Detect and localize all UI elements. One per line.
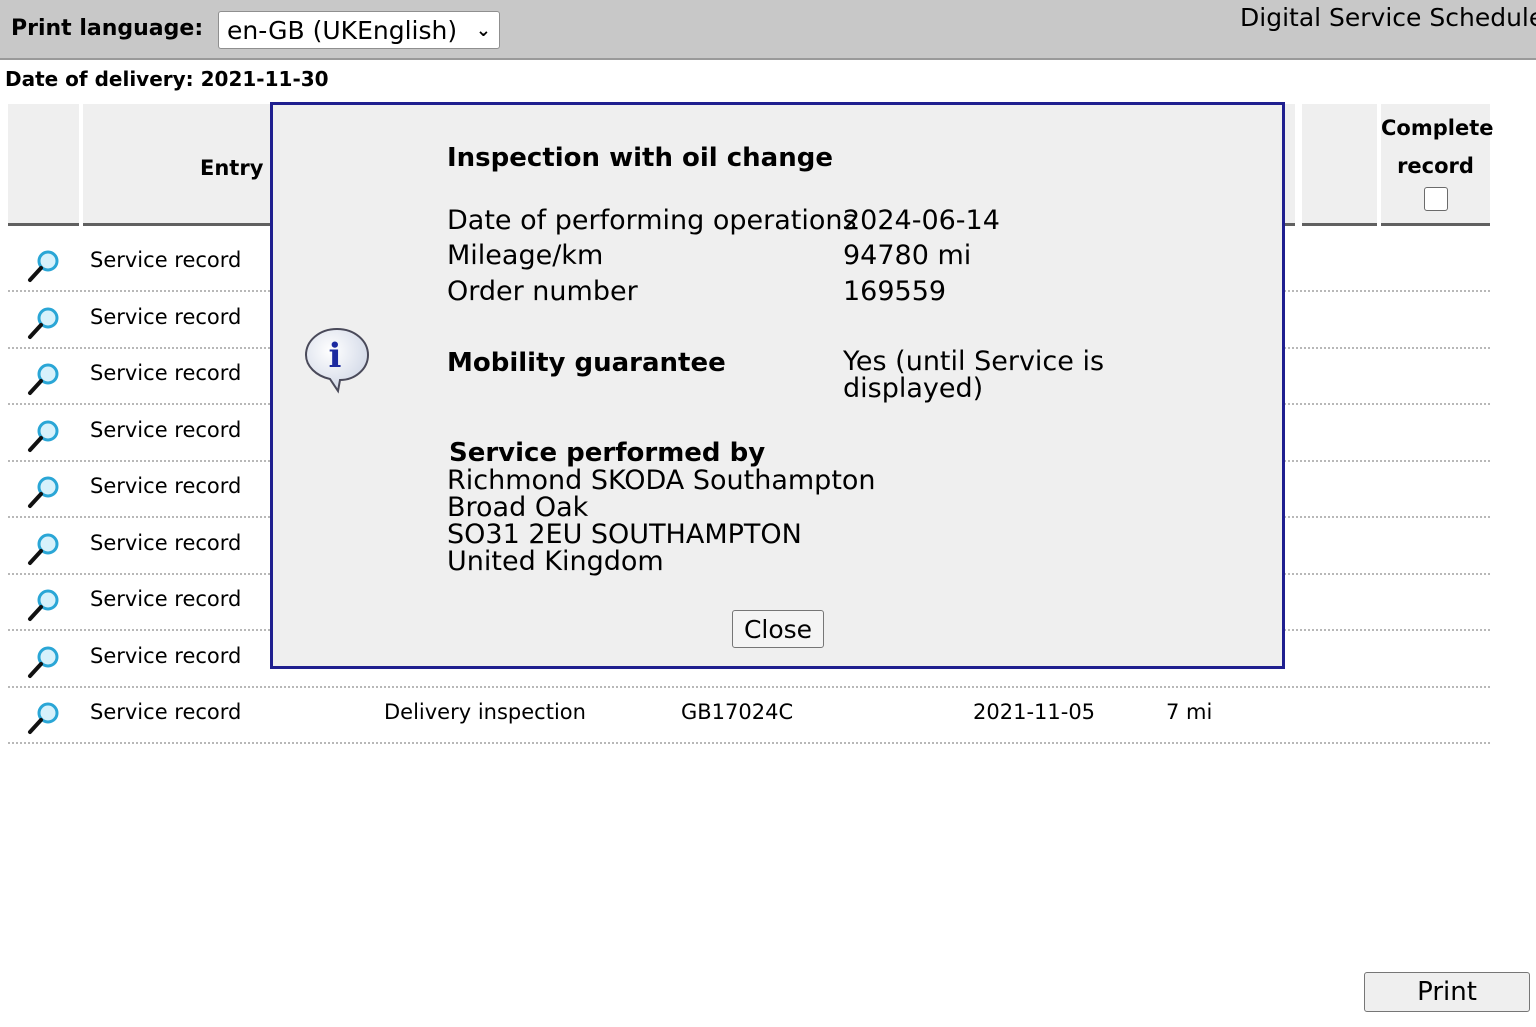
row-entry: Service record xyxy=(90,644,242,668)
print-language-select[interactable]: en-GB (UKEnglish) ⌄ xyxy=(218,11,500,49)
magnifier-icon[interactable] xyxy=(26,474,62,510)
service-performed-by-label: Service performed by xyxy=(449,438,766,468)
row-type: Delivery inspection xyxy=(384,700,586,724)
print-language-label: Print language: xyxy=(11,16,204,41)
mileage-label: Mileage/km xyxy=(447,240,604,271)
complete-header-line2: record xyxy=(1397,154,1474,178)
date-performed-value: 2024-06-14 xyxy=(843,205,1000,236)
magnifier-icon[interactable] xyxy=(26,305,62,341)
row-entry: Service record xyxy=(90,361,242,385)
row-entry: Service record xyxy=(90,531,242,555)
magnifier-icon[interactable] xyxy=(26,587,62,623)
close-button[interactable]: Close xyxy=(732,610,824,648)
date-performed-label: Date of performing operations xyxy=(447,205,857,236)
print-language-value: en-GB (UKEnglish) xyxy=(227,15,458,45)
row-order: GB17024C xyxy=(681,700,794,724)
table-row: Service record Delivery inspection GB17024… xyxy=(8,688,1490,744)
magnifier-icon[interactable] xyxy=(26,700,62,736)
row-entry: Service record xyxy=(90,474,242,498)
entry-column-header: Entry xyxy=(200,156,264,180)
row-entry: Service record xyxy=(90,248,242,272)
row-entry: Service record xyxy=(90,587,242,611)
row-date: 2021-11-05 xyxy=(973,700,1096,724)
dialog-title: Inspection with oil change xyxy=(447,143,833,173)
dealer-country: United Kingdom xyxy=(447,546,664,577)
order-number-value: 169559 xyxy=(843,276,947,307)
svg-text:i: i xyxy=(329,336,342,376)
magnifier-icon[interactable] xyxy=(26,418,62,454)
header-complete-record: Complete record xyxy=(1381,104,1494,226)
chevron-down-icon: ⌄ xyxy=(475,19,491,41)
info-icon: i xyxy=(304,327,370,394)
mileage-value: 94780 mi xyxy=(843,240,972,271)
complete-header-line1: Complete xyxy=(1381,116,1494,140)
order-number-label: Order number xyxy=(447,276,638,307)
row-entry: Service record xyxy=(90,700,242,724)
magnifier-icon[interactable] xyxy=(26,248,62,284)
magnifier-icon[interactable] xyxy=(26,644,62,680)
mobility-guarantee-label: Mobility guarantee xyxy=(447,348,726,378)
header-icon-column xyxy=(8,104,79,226)
mobility-guarantee-value: Yes (until Service is displayed) xyxy=(843,348,1104,402)
service-detail-dialog: i Inspection with oil change Date of per… xyxy=(270,102,1285,669)
row-entry: Service record xyxy=(90,418,242,442)
mobility-value-line2: displayed) xyxy=(843,373,984,404)
app-title: Digital Service Schedule xyxy=(1240,3,1536,32)
row-entry: Service record xyxy=(90,305,242,329)
magnifier-icon[interactable] xyxy=(26,531,62,567)
magnifier-icon[interactable] xyxy=(26,361,62,397)
complete-record-checkbox[interactable] xyxy=(1423,187,1448,211)
print-button[interactable]: Print xyxy=(1364,972,1530,1012)
row-mileage: 7 mi xyxy=(1166,700,1213,724)
header-blank-column xyxy=(1302,104,1377,226)
delivery-date: Date of delivery: 2021-11-30 xyxy=(5,67,329,91)
top-bar: Print language: en-GB (UKEnglish) ⌄ Digi… xyxy=(0,0,1536,60)
